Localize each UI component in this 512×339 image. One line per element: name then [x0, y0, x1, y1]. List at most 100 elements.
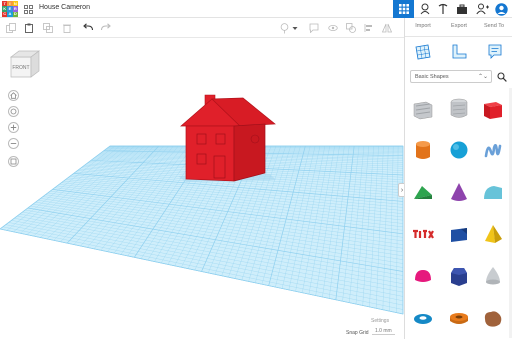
shape-box[interactable] — [480, 95, 506, 121]
import-button[interactable]: Import — [406, 23, 440, 29]
show-all-button[interactable] — [326, 21, 340, 35]
house-side-wall[interactable] — [233, 123, 266, 182]
paraboloid-icon — [486, 267, 500, 285]
align-button[interactable] — [362, 21, 376, 35]
shape-category-select[interactable]: Basic Shapes ⌃⌄ — [410, 70, 492, 83]
search-button[interactable] — [495, 70, 508, 83]
tinker-this-button[interactable] — [418, 2, 432, 16]
perspective-button[interactable] — [8, 156, 19, 167]
notes-button[interactable] — [485, 42, 505, 62]
grid-menu-icon — [23, 4, 33, 14]
redo-icon — [100, 23, 111, 31]
house-front-wall[interactable] — [185, 125, 235, 182]
plus-icon — [10, 124, 17, 131]
home-icon — [10, 92, 17, 99]
group-icon — [346, 23, 356, 33]
select-caret-icon: ⌃⌄ — [477, 74, 488, 80]
ruler-icon — [452, 44, 467, 59]
profile-button[interactable] — [494, 2, 508, 16]
mirror-icon — [382, 23, 392, 33]
search-icon — [496, 71, 507, 82]
shape-text[interactable] — [410, 221, 436, 247]
zoom-in-button[interactable] — [8, 122, 19, 133]
box-icon — [484, 102, 502, 119]
fit-view-button[interactable] — [8, 106, 19, 117]
delete-button[interactable] — [60, 21, 74, 35]
note-dropdown-button[interactable] — [291, 21, 299, 35]
redo-button[interactable] — [98, 21, 112, 35]
wedge-icon — [451, 228, 467, 242]
pickaxe-icon — [438, 3, 448, 14]
eye-icon — [328, 25, 338, 31]
copy-icon — [6, 23, 16, 33]
home-view-button[interactable] — [8, 90, 19, 101]
tinkercad-logo[interactable]: T I N K E R C A D — [2, 1, 18, 17]
minus-icon — [10, 143, 17, 144]
mirror-button[interactable] — [380, 21, 394, 35]
torus-icon — [414, 314, 432, 324]
comment-icon — [309, 23, 319, 33]
paste-button[interactable] — [22, 21, 36, 35]
perspective-icon — [10, 158, 17, 165]
build-button[interactable] — [436, 2, 450, 16]
copy-button[interactable] — [4, 21, 18, 35]
shape-scribble[interactable] — [480, 137, 506, 163]
shape-box-hole[interactable] — [410, 95, 436, 121]
shape-cylinder-hole[interactable] — [446, 95, 472, 121]
chevron-right-icon: › — [400, 186, 404, 194]
shape-organic[interactable] — [480, 305, 506, 331]
shape-category-value: Basic Shapes — [415, 74, 449, 80]
shape-paraboloid[interactable] — [480, 263, 506, 289]
shape-tube[interactable] — [446, 305, 472, 331]
text-shape-icon — [413, 229, 434, 239]
shape-round-roof[interactable] — [480, 179, 506, 205]
snap-grid-select[interactable]: 1.0 mm — [372, 328, 395, 335]
duplicate-button[interactable] — [41, 21, 55, 35]
shape-polygon[interactable] — [446, 263, 472, 289]
design-menu-button[interactable] — [22, 3, 34, 15]
shape-sphere[interactable] — [446, 137, 472, 163]
add-user-button[interactable] — [475, 2, 489, 16]
add-user-icon — [475, 3, 489, 15]
sphere-icon — [450, 141, 468, 159]
ruler-button[interactable] — [449, 42, 469, 62]
grid-view-button[interactable] — [393, 0, 414, 18]
shape-wedge[interactable] — [446, 221, 472, 247]
avatar-icon — [494, 2, 508, 16]
shape-cylinder[interactable] — [410, 137, 436, 163]
tube-icon — [450, 313, 468, 324]
align-icon — [364, 24, 372, 32]
house-model[interactable] — [0, 38, 404, 339]
top-bar: T I N K E R C A D House Cameron — [0, 0, 512, 18]
comment-button[interactable] — [307, 21, 321, 35]
workplane-button[interactable] — [413, 42, 433, 62]
export-button[interactable]: Export — [442, 23, 476, 29]
fit-view-icon — [10, 108, 17, 115]
workplane-viewport[interactable]: FRONT › Settings Snap Grid 1.0 mm — [0, 38, 404, 339]
group-button[interactable] — [344, 21, 358, 35]
zoom-out-button[interactable] — [8, 138, 19, 149]
grid-view-icon — [398, 4, 409, 14]
shape-roof[interactable] — [410, 179, 436, 205]
undo-button[interactable] — [81, 21, 95, 35]
lessons-button[interactable] — [455, 2, 469, 16]
shape-half-sphere[interactable] — [410, 263, 436, 289]
organic-icon — [484, 311, 502, 327]
send-to-button[interactable]: Send To — [477, 23, 511, 29]
shapes-panel: Import Export Send To Basic Shapes ⌃⌄ — [404, 18, 512, 339]
note-tool-button[interactable] — [277, 21, 291, 35]
shape-cone[interactable] — [446, 179, 472, 205]
roof-icon — [414, 186, 432, 199]
design-title[interactable]: House Cameron — [39, 4, 90, 11]
round-roof-icon — [484, 186, 502, 199]
settings-link[interactable]: Settings — [371, 318, 389, 324]
shape-pyramid[interactable] — [480, 221, 506, 247]
polygon-icon — [451, 268, 467, 286]
undo-icon — [82, 23, 93, 31]
shape-torus[interactable] — [410, 305, 436, 331]
trash-icon — [63, 24, 71, 33]
briefcase-icon — [457, 4, 467, 14]
view-cube[interactable]: FRONT — [9, 49, 43, 83]
snap-grid-label: Snap Grid — [346, 330, 369, 336]
robot-icon — [420, 3, 430, 15]
